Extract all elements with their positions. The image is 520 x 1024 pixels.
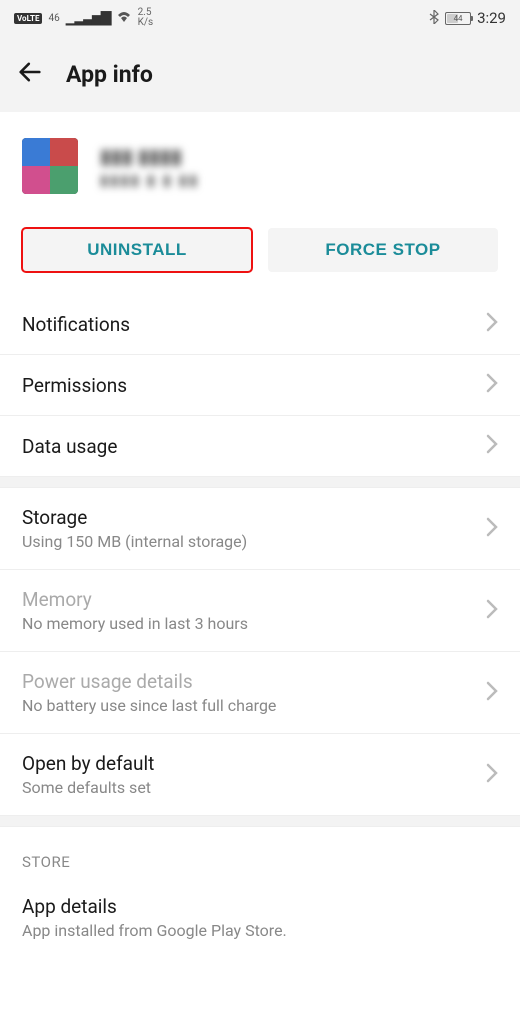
action-buttons: UNINSTALL FORCE STOP bbox=[0, 216, 520, 294]
header: App info bbox=[0, 36, 520, 112]
status-left: VoLTE 46 ▁▂▃▅▇ 2.5 K/s bbox=[14, 8, 153, 28]
power-sub: No battery use since last full charge bbox=[22, 696, 276, 715]
chevron-right-icon bbox=[486, 434, 498, 458]
chevron-right-icon bbox=[486, 373, 498, 397]
chevron-right-icon bbox=[486, 517, 498, 541]
section-divider bbox=[0, 476, 520, 488]
row-app-details[interactable]: App details App installed from Google Pl… bbox=[0, 881, 520, 958]
force-stop-button[interactable]: FORCE STOP bbox=[268, 228, 498, 272]
volte-badge: VoLTE bbox=[14, 13, 42, 24]
row-notifications[interactable]: Notifications bbox=[0, 294, 520, 355]
chevron-right-icon bbox=[486, 599, 498, 623]
status-bar: VoLTE 46 ▁▂▃▅▇ 2.5 K/s 44 3:29 bbox=[0, 0, 520, 36]
storage-label: Storage bbox=[22, 506, 247, 529]
signal-icon: ▁▂▃▅▇ bbox=[66, 10, 110, 26]
notifications-label: Notifications bbox=[22, 313, 130, 336]
chevron-right-icon bbox=[486, 312, 498, 336]
chevron-right-icon bbox=[486, 763, 498, 787]
power-label: Power usage details bbox=[22, 670, 276, 693]
row-storage[interactable]: Storage Using 150 MB (internal storage) bbox=[0, 488, 520, 570]
open-default-sub: Some defaults set bbox=[22, 778, 154, 797]
app-details-label: App details bbox=[22, 895, 287, 918]
app-icon bbox=[22, 138, 78, 194]
row-open-default[interactable]: Open by default Some defaults set bbox=[0, 734, 520, 815]
settings-list-1: Notifications Permissions Data usage bbox=[0, 294, 520, 476]
store-header: STORE bbox=[0, 827, 520, 881]
back-arrow-icon[interactable] bbox=[16, 58, 44, 90]
status-right: 44 3:29 bbox=[429, 9, 506, 27]
wifi-icon bbox=[116, 10, 132, 26]
store-list: App details App installed from Google Pl… bbox=[0, 881, 520, 958]
row-memory[interactable]: Memory No memory used in last 3 hours bbox=[0, 570, 520, 652]
uninstall-button[interactable]: UNINSTALL bbox=[22, 228, 252, 272]
app-details-sub: App installed from Google Play Store. bbox=[22, 921, 287, 940]
permissions-label: Permissions bbox=[22, 374, 127, 397]
memory-label: Memory bbox=[22, 588, 248, 611]
chevron-right-icon bbox=[486, 681, 498, 705]
bluetooth-icon bbox=[429, 10, 439, 27]
row-data-usage[interactable]: Data usage bbox=[0, 416, 520, 476]
row-power[interactable]: Power usage details No battery use since… bbox=[0, 652, 520, 734]
network-gen: 46 bbox=[48, 13, 59, 24]
storage-sub: Using 150 MB (internal storage) bbox=[22, 532, 247, 551]
row-permissions[interactable]: Permissions bbox=[0, 355, 520, 416]
settings-list-2: Storage Using 150 MB (internal storage) … bbox=[0, 488, 520, 815]
app-header: ▮▮▮ ▮▮▮▮ ▮▮▮▮ ▮ ▮ ▮▮ bbox=[0, 112, 520, 216]
section-divider bbox=[0, 815, 520, 827]
app-name-blurred: ▮▮▮ ▮▮▮▮ ▮▮▮▮ ▮ ▮ ▮▮ bbox=[100, 142, 199, 191]
battery-icon: 44 bbox=[445, 12, 471, 25]
clock: 3:29 bbox=[477, 9, 506, 27]
page-title: App info bbox=[66, 61, 153, 88]
open-default-label: Open by default bbox=[22, 752, 154, 775]
memory-sub: No memory used in last 3 hours bbox=[22, 614, 248, 633]
data-usage-label: Data usage bbox=[22, 435, 117, 458]
network-speed: 2.5 K/s bbox=[138, 8, 154, 28]
